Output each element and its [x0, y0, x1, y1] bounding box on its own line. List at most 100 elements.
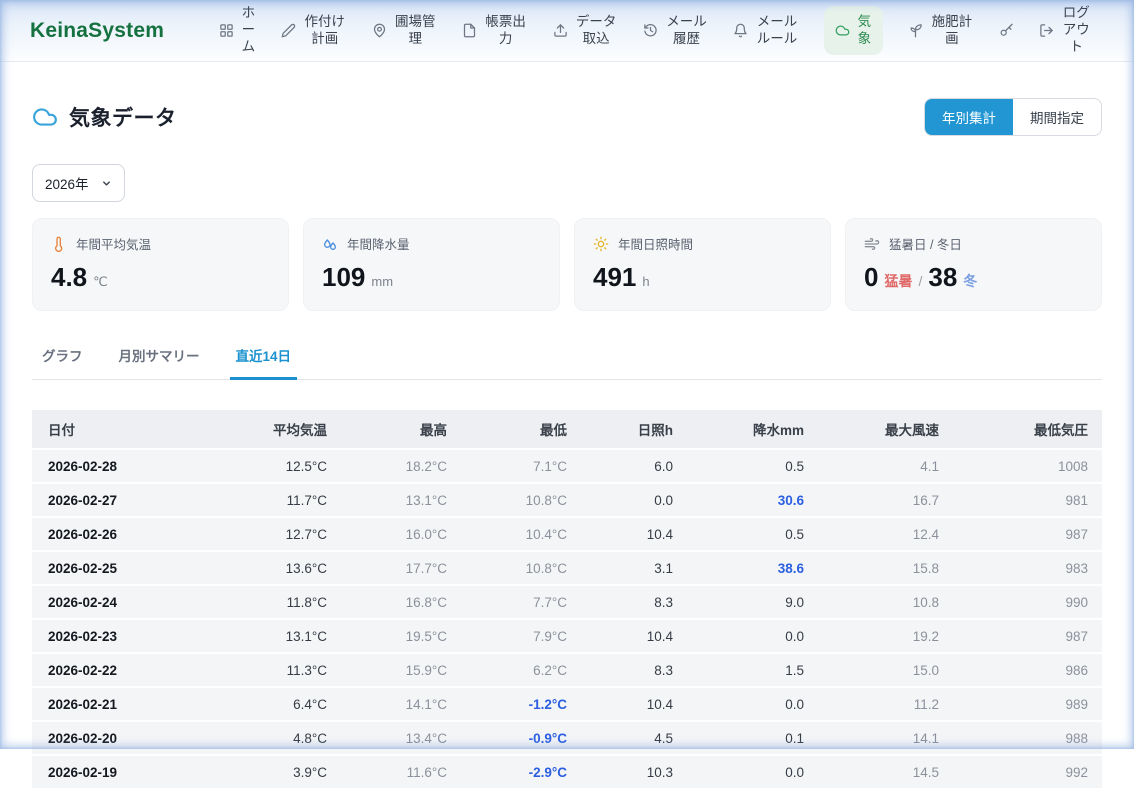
table-row: 2026-02-27 11.7°C 13.1°C 10.8°C 0.0 30.6…: [32, 483, 1102, 517]
key-icon: [999, 23, 1014, 38]
cell-min-pressure: 1008: [953, 449, 1102, 483]
table-row: 2026-02-28 12.5°C 18.2°C 7.1°C 6.0 0.5 4…: [32, 449, 1102, 483]
card-hot-winter-days: 猛暑日 / 冬日 0 猛暑 / 38 冬: [845, 218, 1102, 311]
title-row: 気象データ 年別集計 期間指定: [32, 98, 1102, 136]
cell-precip: 9.0: [687, 585, 818, 619]
nav-item-planting-plan[interactable]: 作付け計画: [281, 14, 346, 48]
nav-item-logout[interactable]: ログアウト: [1039, 5, 1091, 56]
pencil-icon: [281, 23, 296, 38]
nav-item-home[interactable]: ホーム: [219, 5, 256, 56]
tab-recent-14-days[interactable]: 直近14日: [234, 335, 294, 379]
file-icon: [462, 23, 477, 38]
cell-date: 2026-02-26: [32, 517, 247, 551]
cell-min: 7.9°C: [461, 619, 581, 653]
cell-max-wind: 14.1: [818, 721, 953, 755]
nav-item-label: ログアウト: [1061, 5, 1091, 56]
column-header-precip: 降水mm: [687, 410, 818, 449]
cell-date: 2026-02-27: [32, 483, 247, 517]
tab-graph[interactable]: グラフ: [40, 335, 85, 379]
droplets-icon: [322, 236, 338, 252]
cell-min-pressure: 986: [953, 653, 1102, 687]
card-label: 年間日照時間: [618, 234, 693, 253]
cell-min-pressure: 990: [953, 585, 1102, 619]
tab-monthly-summary[interactable]: 月別サマリー: [117, 335, 202, 379]
nav-item-label: 気象: [857, 14, 872, 48]
cell-max-wind: 14.5: [818, 755, 953, 788]
cell-avg-temp: 13.6°C: [247, 551, 341, 585]
cell-max-wind: 16.7: [818, 483, 953, 517]
column-header-max-wind: 最大風速: [818, 410, 953, 449]
cell-min-freezing: -2.9°C: [461, 755, 581, 788]
yearly-summary-button[interactable]: 年別集計: [925, 99, 1013, 135]
card-avg-temperature: 年間平均気温 4.8 ℃: [32, 218, 289, 311]
cell-min-pressure: 987: [953, 517, 1102, 551]
nav-item-report-output[interactable]: 帳票出力: [462, 14, 527, 48]
cell-date: 2026-02-25: [32, 551, 247, 585]
column-header-max: 最高: [341, 410, 461, 449]
cell-min: 6.2°C: [461, 653, 581, 687]
cell-max: 15.9°C: [341, 653, 461, 687]
brand-logo[interactable]: KeinaSystem: [30, 19, 164, 43]
column-header-sunshine: 日照h: [581, 410, 687, 449]
upload-icon: [553, 23, 568, 38]
cell-date: 2026-02-23: [32, 619, 247, 653]
cell-avg-temp: 4.8°C: [247, 721, 341, 755]
top-navigation: KeinaSystem ホーム 作付け計画 圃場管理 帳票出力 データ取込 メー…: [0, 0, 1134, 62]
table-row: 2026-02-24 11.8°C 16.8°C 7.7°C 8.3 9.0 1…: [32, 585, 1102, 619]
cell-min-freezing: -1.2°C: [461, 687, 581, 721]
nav-item-data-import[interactable]: データ取込: [553, 14, 618, 48]
cell-min: 7.7°C: [461, 585, 581, 619]
cell-max: 16.0°C: [341, 517, 461, 551]
card-value: 491: [593, 262, 636, 293]
cell-sunshine: 10.4: [581, 687, 687, 721]
nav-item-password[interactable]: [999, 23, 1014, 38]
bell-icon: [733, 23, 748, 38]
cell-min: 10.4°C: [461, 517, 581, 551]
cell-avg-temp: 11.7°C: [247, 483, 341, 517]
card-label: 年間降水量: [347, 234, 410, 253]
nav-item-label: 作付け計画: [303, 14, 346, 48]
nav-item-label: 帳票出力: [484, 14, 527, 48]
nav-item-mail-rules[interactable]: メールルール: [733, 14, 798, 48]
nav-item-label: 圃場管理: [394, 14, 437, 48]
cell-sunshine: 3.1: [581, 551, 687, 585]
winter-days-count: 38: [928, 262, 957, 293]
nav-item-weather[interactable]: 気象: [824, 6, 883, 56]
history-icon: [643, 23, 658, 38]
nav-items: ホーム 作付け計画 圃場管理 帳票出力 データ取込 メール履歴 メールルール: [206, 5, 1104, 56]
cell-sunshine: 0.0: [581, 483, 687, 517]
card-sunshine-hours: 年間日照時間 491 h: [574, 218, 831, 311]
recent-weather-table: 日付 平均気温 最高 最低 日照h 降水mm 最大風速 最低気圧 2026-02…: [32, 410, 1102, 788]
table-row: 2026-02-25 13.6°C 17.7°C 10.8°C 3.1 38.6…: [32, 551, 1102, 585]
value-separator: /: [918, 273, 922, 289]
cell-precip: 0.5: [687, 449, 818, 483]
cell-precip: 0.5: [687, 517, 818, 551]
nav-item-label: 施肥計画: [930, 14, 973, 48]
cell-date: 2026-02-20: [32, 721, 247, 755]
year-select[interactable]: 2026年: [32, 164, 125, 202]
table-row: 2026-02-20 4.8°C 13.4°C -0.9°C 4.5 0.1 1…: [32, 721, 1102, 755]
nav-item-fertilization-plan[interactable]: 施肥計画: [908, 14, 973, 48]
cell-max-wind: 10.8: [818, 585, 953, 619]
cloud-icon: [32, 104, 58, 130]
wind-icon: [864, 236, 880, 252]
cell-max: 17.7°C: [341, 551, 461, 585]
nav-item-label: ホーム: [241, 5, 256, 56]
cell-max-wind: 19.2: [818, 619, 953, 653]
period-select-button[interactable]: 期間指定: [1013, 99, 1101, 135]
cell-max-wind: 15.8: [818, 551, 953, 585]
card-unit: h: [642, 274, 649, 289]
cell-max: 18.2°C: [341, 449, 461, 483]
cell-max: 13.1°C: [341, 483, 461, 517]
year-select-value: 2026年: [45, 173, 89, 193]
nav-item-field-management[interactable]: 圃場管理: [372, 14, 437, 48]
nav-item-mail-history[interactable]: メール履歴: [643, 14, 708, 48]
cell-precip: 0.0: [687, 755, 818, 788]
cell-sunshine: 10.3: [581, 755, 687, 788]
cell-min-pressure: 987: [953, 619, 1102, 653]
card-unit: ℃: [93, 274, 108, 290]
sprout-icon: [908, 23, 923, 38]
period-toggle: 年別集計 期間指定: [924, 98, 1102, 136]
table-header-row: 日付 平均気温 最高 最低 日照h 降水mm 最大風速 最低気圧: [32, 410, 1102, 449]
cell-min: 7.1°C: [461, 449, 581, 483]
